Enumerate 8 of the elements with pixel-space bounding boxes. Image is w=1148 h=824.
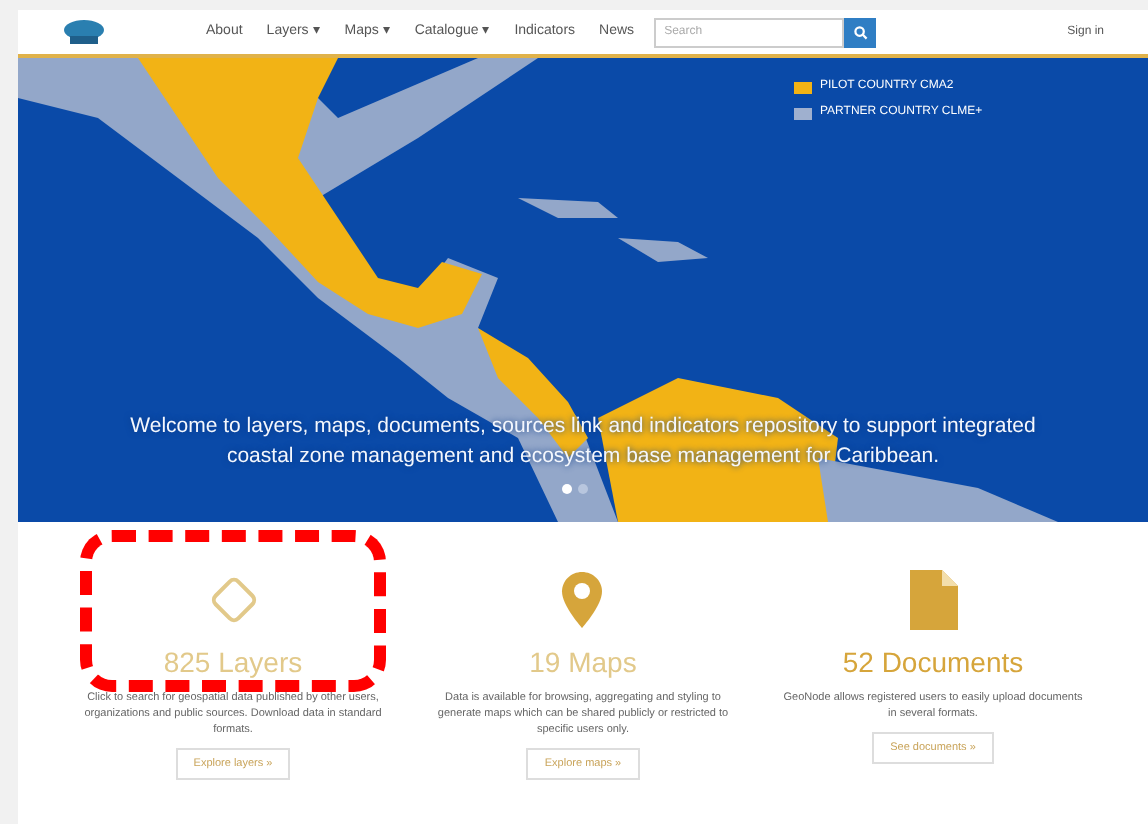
document-icon xyxy=(907,568,959,632)
card-title: 19 Maps xyxy=(529,644,637,682)
map-pin-icon xyxy=(560,570,605,630)
logo-icon[interactable] xyxy=(62,18,106,46)
search-icon xyxy=(853,25,868,39)
search-button[interactable] xyxy=(844,17,877,47)
card-title: 52 Documents xyxy=(842,644,1024,682)
card-title: 825 Layers xyxy=(163,644,303,682)
